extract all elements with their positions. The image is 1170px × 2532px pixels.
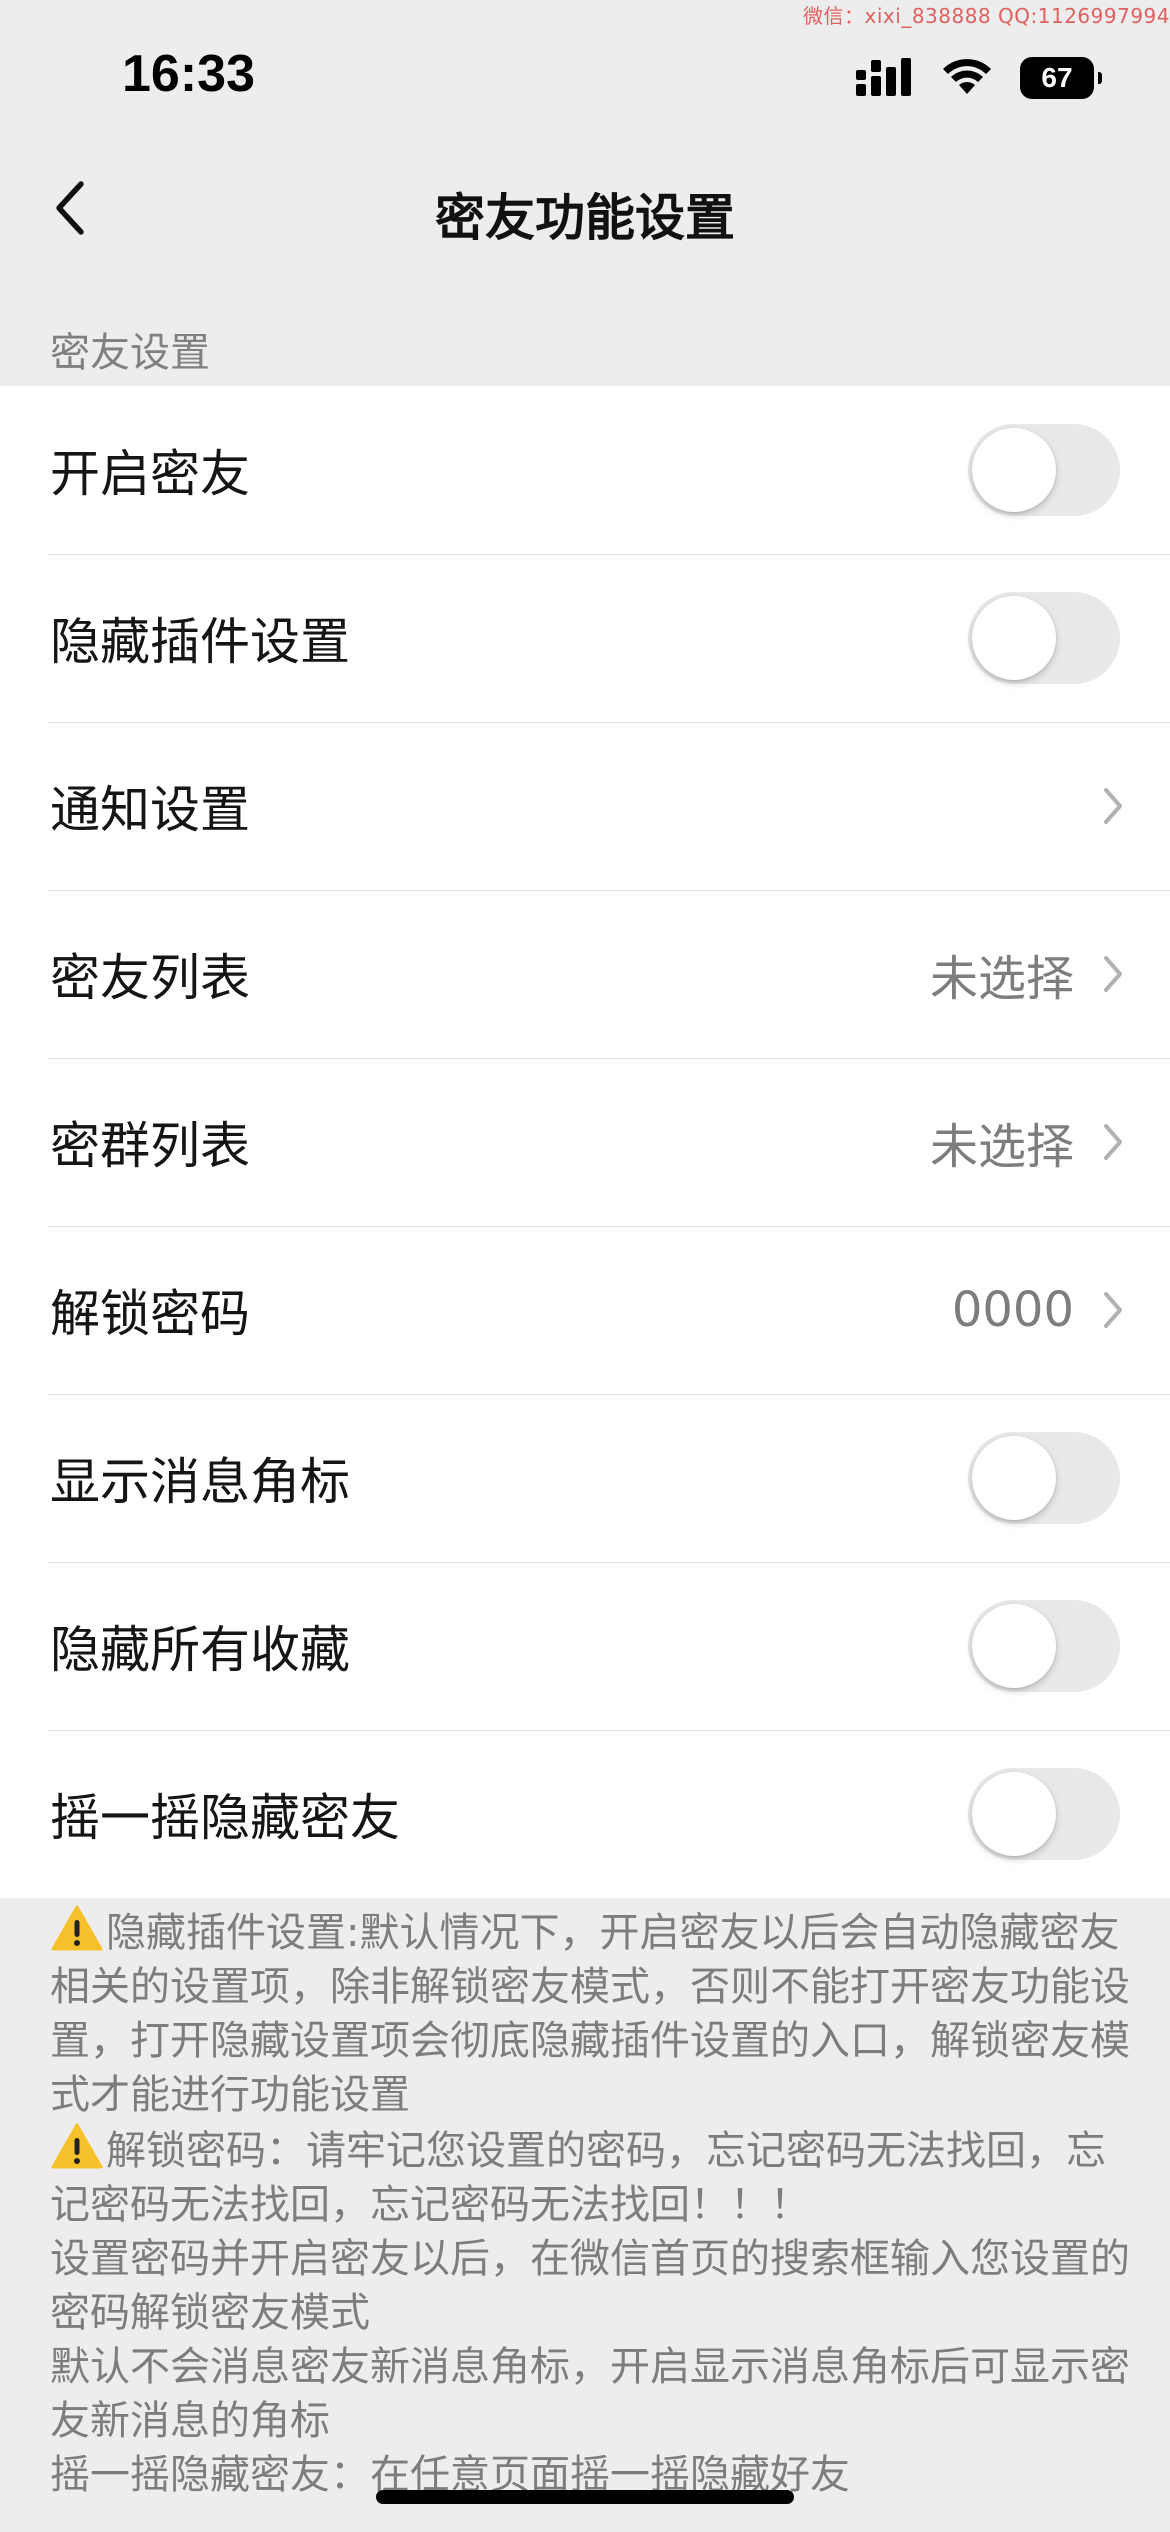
shake-to-hide-toggle[interactable] [968, 1768, 1120, 1860]
cellular-signal-icon [856, 56, 914, 100]
row-label: 密友列表 [50, 949, 250, 1007]
toggle-knob [972, 596, 1056, 680]
warning-icon [50, 2122, 104, 2170]
chevron-right-icon [1104, 1124, 1122, 1160]
show-message-badge-toggle[interactable] [968, 1432, 1120, 1524]
home-indicator [376, 2490, 794, 2504]
row-value: 未选择 [929, 1119, 1074, 1175]
row-shake-to-hide: 摇一摇隐藏密友 [0, 1730, 1170, 1898]
chevron-right-icon [1104, 1292, 1122, 1328]
row-label: 解锁密码 [50, 1285, 250, 1343]
settings-group: 开启密友 隐藏插件设置 通知设置 密友列表 未选择 密群列表 未选择 解锁密码 … [0, 386, 1170, 1898]
note-unlock-password: 解锁密码：请牢记您设置的密码，忘记密码无法找回，忘记密码无法找回，忘记密码无法找… [50, 2122, 1130, 2232]
toggle-knob [972, 1436, 1056, 1520]
row-right: 0000 [952, 1226, 1124, 1394]
chevron-right-icon [1104, 956, 1122, 992]
row-label: 隐藏插件设置 [50, 613, 350, 671]
row-show-message-badge: 显示消息角标 [0, 1394, 1170, 1562]
wifi-icon [940, 56, 994, 100]
chevron-right-icon [1104, 788, 1122, 824]
toggle-knob [972, 1772, 1056, 1856]
row-label: 密群列表 [50, 1117, 250, 1175]
row-unlock-password[interactable]: 解锁密码 0000 [0, 1226, 1170, 1394]
row-right: 未选择 [930, 890, 1124, 1058]
hide-plugin-settings-toggle[interactable] [968, 592, 1120, 684]
row-value: 未选择 [929, 951, 1074, 1007]
enable-close-friends-toggle[interactable] [968, 424, 1120, 516]
battery-icon: 67 [1020, 57, 1102, 99]
status-icons: 67 [856, 50, 1102, 106]
toggle-knob [972, 1604, 1056, 1688]
status-time: 16:33 [122, 45, 255, 103]
page-title: 密友功能设置 [435, 189, 735, 247]
row-right: 未选择 [930, 1058, 1124, 1226]
row-right [1102, 722, 1124, 890]
row-hide-plugin-settings: 隐藏插件设置 [0, 554, 1170, 722]
note-text: 解锁密码：请牢记您设置的密码，忘记密码无法找回，忘记密码无法找回，忘记密码无法找… [50, 2128, 1106, 2228]
section-header: 密友设置 [50, 330, 210, 376]
row-label: 摇一摇隐藏密友 [50, 1789, 400, 1847]
navigation-bar: 密友功能设置 [0, 150, 1170, 266]
row-label: 通知设置 [50, 781, 250, 839]
toggle-knob [972, 428, 1056, 512]
row-label: 开启密友 [50, 445, 250, 503]
row-close-groups-list[interactable]: 密群列表 未选择 [0, 1058, 1170, 1226]
warning-icon [50, 1904, 104, 1952]
row-hide-all-favorites: 隐藏所有收藏 [0, 1562, 1170, 1730]
note-message-badge: 默认不会消息密友新消息角标，开启显示消息角标后可显示密友新消息的角标 [50, 2344, 1130, 2444]
status-bar: 16:33 67 [0, 0, 1170, 150]
row-close-friends-list[interactable]: 密友列表 未选择 [0, 890, 1170, 1058]
note-text: 隐藏插件设置:默认情况下，开启密友以后会自动隐藏密友相关的设置项，除非解锁密友模… [50, 1910, 1130, 2118]
row-label: 隐藏所有收藏 [50, 1621, 350, 1679]
note-hide-plugin: 隐藏插件设置:默认情况下，开启密友以后会自动隐藏密友相关的设置项，除非解锁密友模… [50, 1904, 1130, 2122]
row-enable-close-friends: 开启密友 [0, 386, 1170, 554]
row-label: 显示消息角标 [50, 1453, 350, 1511]
note-set-password: 设置密码并开启密友以后，在微信首页的搜索框输入您设置的密码解锁密友模式 [50, 2236, 1130, 2336]
row-value: 0000 [951, 1282, 1074, 1338]
help-notes: 隐藏插件设置:默认情况下，开启密友以后会自动隐藏密友相关的设置项，除非解锁密友模… [50, 1904, 1130, 2502]
hide-all-favorites-toggle[interactable] [968, 1600, 1120, 1692]
row-notification-settings[interactable]: 通知设置 [0, 722, 1170, 890]
